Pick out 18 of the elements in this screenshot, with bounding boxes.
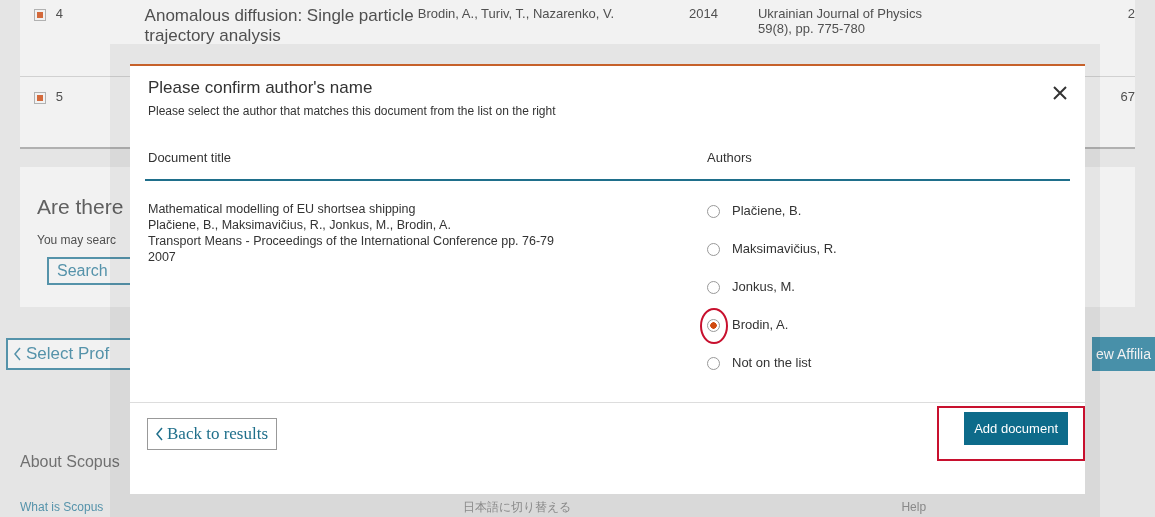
authors-cell-text: Brodin, A., Turiv, T., Nazarenko, V. <box>417 6 616 21</box>
source-cell-text: 59(8), pp. 775-780 <box>758 21 866 36</box>
year-cell-text: 2014 <box>688 6 719 21</box>
document-detail: Transport Means - Proceedings of the International Conference pp. 76-79 <box>148 233 556 249</box>
document-detail: Mathematical modelling of EU shortsea shipping <box>148 201 417 217</box>
row-number: 5 <box>54 89 65 104</box>
dialog-subtitle: Please select the author that matches this document from the list on the right <box>148 104 556 118</box>
column-heading: Document title <box>148 150 233 165</box>
source-cell-text: Ukrainian Journal of Physics <box>758 6 923 21</box>
dialog-title: Please confirm author's name <box>148 78 374 98</box>
citations-cell: 2 <box>1127 6 1135 21</box>
document-detail: Plačiene, B., Maksimavičius, R., Jonkus, M., Brodin, A. <box>148 217 452 233</box>
column-heading: Authors <box>707 150 752 165</box>
row-number: 4 <box>54 6 65 21</box>
citations-cell: 67 <box>1120 89 1135 104</box>
footer-heading: About Scopus <box>20 453 121 471</box>
section-heading: Are there <box>37 195 124 219</box>
section-text: You may searc <box>37 233 116 247</box>
